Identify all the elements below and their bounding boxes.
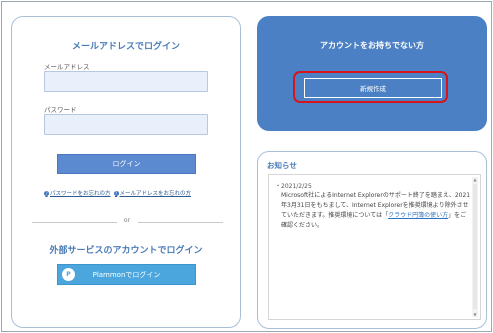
create-account-button[interactable]: 新規作成 (304, 78, 442, 98)
scroll-thumb[interactable] (473, 184, 477, 309)
news-card: お知らせ ・2021/2/25 Microsoft社によるInternet Ex… (257, 151, 487, 329)
news-body: Microsoft社によるInternet Explorerのサポート終了を踏ま… (281, 191, 471, 231)
forgot-email-link[interactable]: ? メールアドレスをお忘れの方 (113, 189, 192, 197)
plammon-login-label: Plammonでログイン (92, 270, 161, 279)
password-label: パスワード (44, 106, 77, 114)
password-field[interactable] (44, 114, 208, 135)
login-title: メールアドレスでログイン (71, 42, 180, 52)
help-links: ? パスワードをお忘れの方 ? メールアドレスをお忘れの方 (44, 189, 214, 197)
plammon-login-button[interactable]: P Plammonでログイン (57, 264, 196, 285)
news-date: ・2021/2/25 (275, 183, 312, 190)
news-list[interactable]: ・2021/2/25 Microsoft社によるInternet Explore… (268, 174, 481, 320)
email-label: メールアドレス (44, 63, 90, 71)
scroll-up-arrow-icon[interactable]: ▲ (472, 177, 478, 182)
signup-card: アカウントをお持ちでない方 新規作成 (257, 16, 487, 131)
login-card: メールアドレスでログイン メールアドレス パスワード ログイン ? パスワードを… (11, 16, 241, 328)
scroll-down-arrow-icon[interactable]: ▼ (472, 312, 478, 317)
divider-or: or (123, 217, 131, 224)
plammon-logo-icon: P (62, 268, 75, 281)
forgot-password-label: パスワードをお忘れの方 (50, 191, 111, 197)
news-scrollbar[interactable]: ▲ ▼ (472, 177, 478, 317)
forgot-email-label: メールアドレスをお忘れの方 (119, 191, 192, 197)
external-login-title: 外部サービスのアカウントでログイン (49, 246, 203, 256)
divider-left (32, 222, 117, 223)
news-title: お知らせ (267, 161, 297, 170)
question-circle-icon: ? (113, 190, 119, 196)
email-field[interactable] (44, 71, 208, 92)
divider-right (138, 222, 223, 223)
forgot-password-link[interactable]: ? パスワードをお忘れの方 (44, 189, 111, 197)
question-circle-icon: ? (44, 190, 49, 196)
usage-guide-link[interactable]: クラウド円簿の使い方 (388, 212, 448, 219)
page-frame: メールアドレスでログイン メールアドレス パスワード ログイン ? パスワードを… (1, 1, 492, 332)
signup-title: アカウントをお持ちでない方 (320, 41, 424, 50)
login-button[interactable]: ログイン (57, 154, 196, 174)
